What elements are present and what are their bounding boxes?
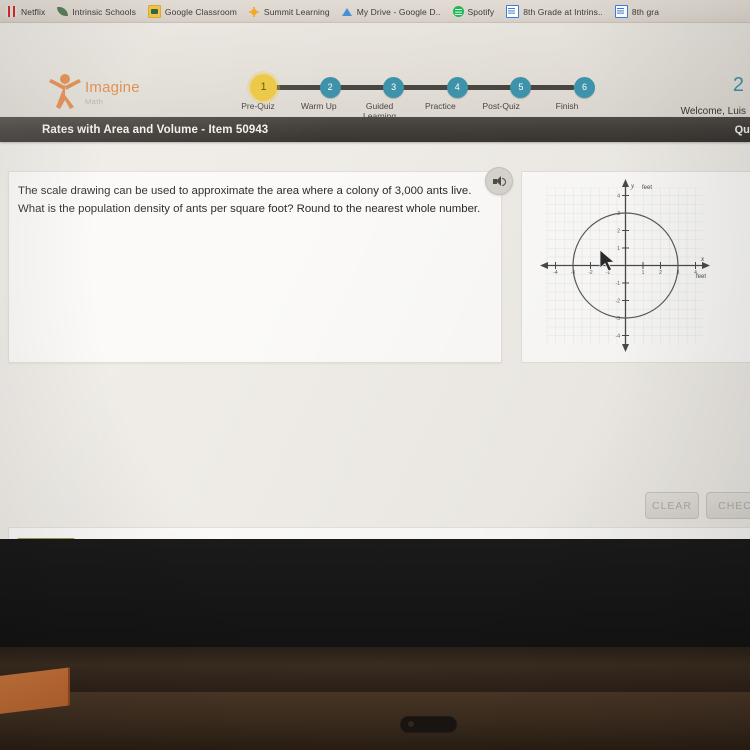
sun-icon xyxy=(249,6,260,17)
svg-text:-2: -2 xyxy=(588,270,593,276)
bookmark-8th-grade-overflow[interactable]: 8th gra xyxy=(609,0,665,23)
bookmark-summit-learning[interactable]: Summit Learning xyxy=(243,0,336,23)
bookmark-label: Netflix xyxy=(21,6,46,17)
step-circle-2[interactable]: 2 xyxy=(319,76,341,98)
bookmark-label: Spotify xyxy=(467,6,495,17)
bookmark-google-classroom[interactable]: Google Classroom xyxy=(142,0,243,23)
svg-text:4: 4 xyxy=(617,194,620,200)
bookmark-label: Google Classroom xyxy=(164,6,237,17)
step-circle-1[interactable]: 1 xyxy=(250,73,277,101)
coordinate-graph: -4 -3 -2 -1 12 34 43 21 -1 -2 -3 -4 y fe… xyxy=(538,178,713,353)
leaf-icon xyxy=(57,6,69,17)
svg-text:x: x xyxy=(700,255,705,263)
imagine-math-logo[interactable]: Imagine Math xyxy=(48,73,140,109)
step-circle-4[interactable]: 4 xyxy=(446,76,468,98)
svg-text:-2: -2 xyxy=(616,299,621,305)
desk-surface xyxy=(0,692,750,750)
person-logo-icon xyxy=(48,73,82,109)
notification-count: 2 xyxy=(732,74,744,96)
laptop-hinge xyxy=(0,647,750,692)
spotify-icon xyxy=(452,6,464,17)
sheets-icon xyxy=(506,5,520,18)
graph-svg: -4 -3 -2 -1 12 34 43 21 -1-2 -3-4 y feet… xyxy=(540,179,710,352)
question-text: The scale drawing can be used to approxi… xyxy=(18,185,481,215)
bookmark-intrinsic-schools[interactable]: Intrinsic Schools xyxy=(51,0,142,23)
check-button[interactable]: CHEC xyxy=(706,492,750,519)
imagine-math-app: Imagine Math 1 2 3 4 5 6 Pre-Quiz Warm U… xyxy=(0,23,750,574)
app-header: Imagine Math 1 2 3 4 5 6 Pre-Quiz Warm U… xyxy=(0,23,750,121)
content-area: The scale drawing can be used to approxi… xyxy=(0,142,750,574)
logo-name: Imagine xyxy=(85,79,140,96)
bookmark-label: Summit Learning xyxy=(263,6,330,17)
svg-text:feet: feet xyxy=(642,185,652,191)
svg-text:-1: -1 xyxy=(616,281,621,287)
browser-bookmark-bar: Netflix Intrinsic Schools Google Classro… xyxy=(0,0,750,23)
question-counter-label: Que xyxy=(734,123,750,136)
scale-drawing-panel: -4 -3 -2 -1 12 34 43 21 -1 -2 -3 -4 y fe… xyxy=(521,171,750,363)
speaker-icon xyxy=(492,175,506,187)
laptop-port xyxy=(400,716,457,733)
svg-text:2: 2 xyxy=(659,270,662,276)
svg-text:feet: feet xyxy=(696,274,706,280)
clear-button[interactable]: CLEAR xyxy=(645,492,699,519)
lesson-title-bar: Rates with Area and Volume - Item 50943 … xyxy=(0,117,750,142)
step-circle-3[interactable]: 3 xyxy=(383,76,405,98)
svg-text:2: 2 xyxy=(617,229,620,235)
question-panel: The scale drawing can be used to approxi… xyxy=(8,171,502,363)
progress-stepper: 1 2 3 4 5 6 Pre-Quiz Warm Up Guided Lear… xyxy=(241,73,595,123)
netflix-icon xyxy=(6,6,17,17)
stepper-circles: 1 2 3 4 5 6 xyxy=(250,73,595,101)
screenshot-root: Netflix Intrinsic Schools Google Classro… xyxy=(0,0,750,750)
audio-play-button[interactable] xyxy=(485,167,513,195)
step-circle-6[interactable]: 6 xyxy=(573,76,595,98)
classroom-icon xyxy=(147,5,161,18)
bookmark-netflix[interactable]: Netflix xyxy=(0,0,51,23)
svg-text:-4: -4 xyxy=(616,334,621,340)
svg-text:1: 1 xyxy=(617,246,620,252)
action-button-row: CLEAR CHEC xyxy=(0,492,750,524)
bookmark-8th-grade-at-intrinsic[interactable]: 8th Grade at Intrins.. xyxy=(500,0,609,23)
user-welcome-area[interactable]: 2 Welcome, Luis xyxy=(681,75,750,117)
bookmark-label: My Drive - Google D.. xyxy=(356,6,441,17)
laptop-bezel xyxy=(0,539,750,647)
page-title: Rates with Area and Volume - Item 50943 xyxy=(42,123,269,136)
welcome-text: Welcome, Luis xyxy=(680,106,746,117)
bookmark-label: Intrinsic Schools xyxy=(72,6,136,17)
svg-text:-4: -4 xyxy=(553,270,558,276)
bookmark-my-drive[interactable]: My Drive - Google D.. xyxy=(336,0,447,23)
logo-text: Imagine Math xyxy=(85,73,140,106)
sheets-icon xyxy=(614,5,628,18)
bookmark-spotify[interactable]: Spotify xyxy=(447,0,501,23)
svg-text:1: 1 xyxy=(642,270,645,276)
logo-sub: Math xyxy=(85,97,104,106)
drive-icon xyxy=(341,6,353,17)
bookmark-label: 8th gra xyxy=(631,6,660,17)
bookmark-label: 8th Grade at Intrins.. xyxy=(523,6,603,17)
step-circle-5[interactable]: 5 xyxy=(510,76,532,98)
